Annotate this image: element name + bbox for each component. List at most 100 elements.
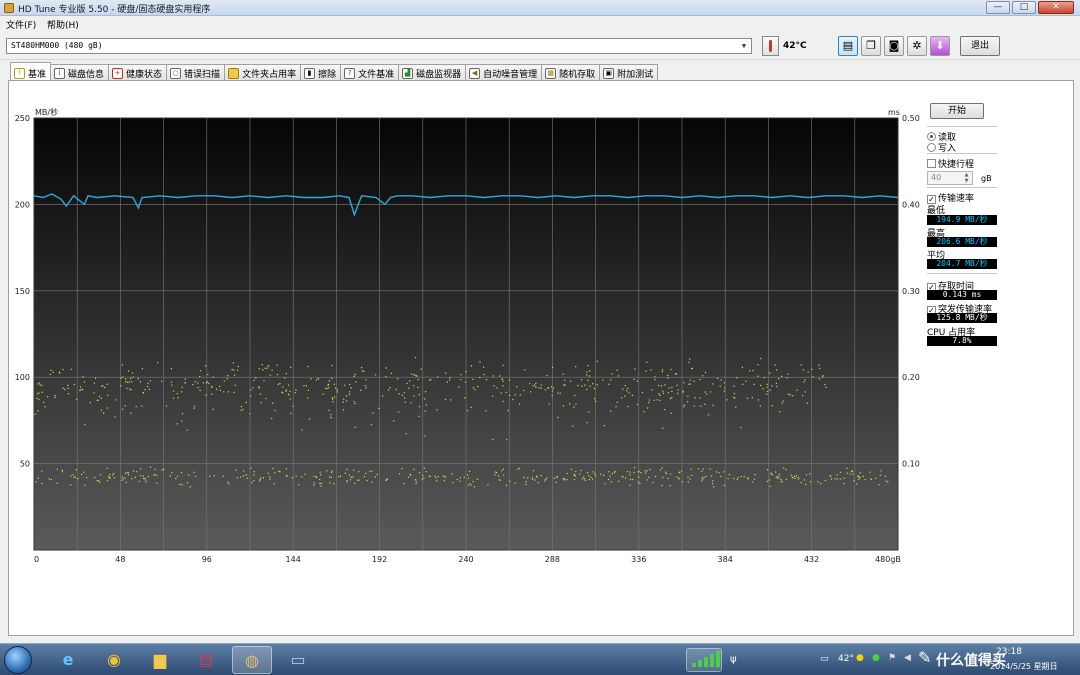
start-orb[interactable] — [4, 646, 32, 674]
start-button[interactable]: 开始 — [930, 103, 984, 119]
access-time-point — [611, 472, 613, 475]
access-time-point — [397, 378, 399, 380]
divider — [927, 153, 997, 154]
access-time-point — [787, 373, 789, 375]
tab-aam[interactable]: ◀ 自动噪音管理 — [465, 64, 543, 80]
tab-disk-info[interactable]: i 磁盘信息 — [50, 64, 110, 80]
short-stroke-stepper[interactable]: 40 ▲ ▼ — [927, 171, 973, 185]
access-time-point — [588, 479, 590, 481]
access-time-point — [809, 473, 811, 475]
chrome-icon[interactable]: ◉ — [94, 646, 134, 674]
clock-time[interactable]: 23:18 — [996, 647, 1022, 657]
access-time-point — [134, 476, 136, 478]
access-time-point — [627, 405, 629, 408]
clock-date[interactable]: 2014/5/25 星期日 — [990, 661, 1058, 672]
exit-button[interactable]: 退出 — [960, 36, 1000, 56]
access-time-point — [580, 469, 582, 472]
tab-disk-monitor[interactable]: ▟ 磁盘监视器 — [398, 64, 467, 80]
access-time-point — [757, 375, 759, 377]
access-time-point — [564, 384, 566, 386]
explorer-icon[interactable]: ▆ — [140, 646, 180, 674]
access-time-point — [660, 385, 663, 387]
access-time-point — [36, 393, 39, 395]
access-time-point — [141, 368, 143, 370]
tab-error-scan[interactable]: ○ 错误扫描 — [166, 64, 226, 80]
tab-erase[interactable]: ▮ 擦除 — [300, 64, 342, 80]
access-time-point — [54, 395, 56, 397]
tray-battery-icon[interactable]: ▭ — [820, 654, 829, 664]
access-time-point — [502, 364, 504, 366]
ie-icon[interactable]: e — [48, 646, 88, 674]
access-time-point — [56, 468, 58, 470]
access-time-point — [769, 485, 771, 487]
access-time-point — [712, 383, 714, 385]
tray-volume-icon[interactable]: ◀ — [904, 653, 911, 663]
access-time-point — [603, 474, 605, 476]
camera-icon[interactable]: ◙ — [884, 36, 904, 56]
access-time-point — [147, 475, 149, 478]
access-time-point — [320, 482, 322, 484]
winrar-icon[interactable]: ▤ — [186, 646, 226, 674]
access-time-point — [250, 389, 252, 391]
hdtune-icon[interactable]: ◍ — [232, 646, 272, 674]
minimize-button[interactable]: — — [986, 1, 1010, 14]
options-icon[interactable]: ✲ — [907, 36, 927, 56]
access-time-point — [878, 484, 880, 486]
tab-benchmark[interactable]: ! 基准 — [10, 62, 52, 80]
access-time-point — [236, 477, 238, 479]
tray-security-icon[interactable]: ● — [856, 653, 864, 663]
access-time-point — [796, 389, 798, 391]
access-time-point — [586, 374, 588, 376]
short-stroke-option[interactable]: 快捷行程 — [927, 157, 974, 170]
access-time-point — [354, 403, 356, 405]
access-time-point — [94, 476, 96, 478]
short-stroke-label: 快捷行程 — [938, 160, 975, 170]
tray-flag-icon[interactable]: ⚑ — [888, 653, 896, 663]
tab-random-access[interactable]: ▦ 随机存取 — [541, 64, 601, 80]
menu-help[interactable]: 帮助(H) — [47, 18, 79, 31]
tab-extra-tests[interactable]: ▣ 附加测试 — [599, 64, 659, 80]
tab-file-benchmark[interactable]: ? 文件基准 — [340, 64, 400, 80]
access-time-point — [671, 396, 673, 399]
access-time-point — [546, 375, 548, 377]
menu-file[interactable]: 文件(F) — [6, 18, 36, 31]
access-time-point — [647, 407, 649, 409]
access-time-point — [805, 483, 807, 485]
access-time-point — [633, 471, 635, 474]
title-bar[interactable]: HD Tune 专业版 5.50 - 硬盘/固态硬盘实用程序 — □ ✕ — [0, 0, 1080, 16]
access-time-point — [76, 398, 78, 400]
maximize-button[interactable]: □ — [1012, 1, 1036, 14]
access-time-point — [264, 367, 266, 369]
access-time-point — [691, 474, 693, 477]
tray-update-icon[interactable]: ● — [872, 653, 880, 663]
access-time-point — [479, 376, 481, 379]
access-time-point — [175, 477, 177, 480]
access-time-point — [529, 383, 531, 385]
access-time-point — [752, 481, 754, 483]
access-time-point — [227, 375, 229, 377]
spin-arrows-icon[interactable]: ▲ ▼ — [962, 172, 971, 184]
access-time-point — [640, 472, 642, 474]
drive-select[interactable]: ST480HM000 (480 gB) ▼ — [6, 38, 752, 54]
y-right-axis-label: ms — [888, 108, 900, 117]
access-time-point — [624, 385, 626, 387]
access-time-point — [596, 360, 598, 362]
access-time-point — [93, 382, 95, 384]
access-time-point — [724, 387, 726, 389]
tab-folder-usage[interactable]: 文件夹占用率 — [224, 64, 302, 80]
access-time-point — [735, 406, 737, 408]
access-time-point — [460, 378, 462, 381]
close-button[interactable]: ✕ — [1038, 1, 1074, 14]
access-time-point — [707, 414, 710, 416]
photo-viewer-icon[interactable]: ▭ — [278, 646, 318, 674]
access-time-point — [820, 482, 822, 485]
access-time-point — [62, 387, 64, 389]
access-time-point — [328, 387, 330, 389]
access-time-point — [144, 479, 147, 481]
save-icon[interactable]: ⬇ — [930, 36, 950, 56]
copy-screen-icon[interactable]: ❐ — [861, 36, 881, 56]
access-time-point — [424, 435, 426, 437]
tab-health[interactable]: + 健康状态 — [108, 64, 168, 80]
chevron-down-icon[interactable]: ▼ — [738, 40, 750, 52]
copy-text-icon[interactable]: ▤ — [838, 36, 858, 56]
